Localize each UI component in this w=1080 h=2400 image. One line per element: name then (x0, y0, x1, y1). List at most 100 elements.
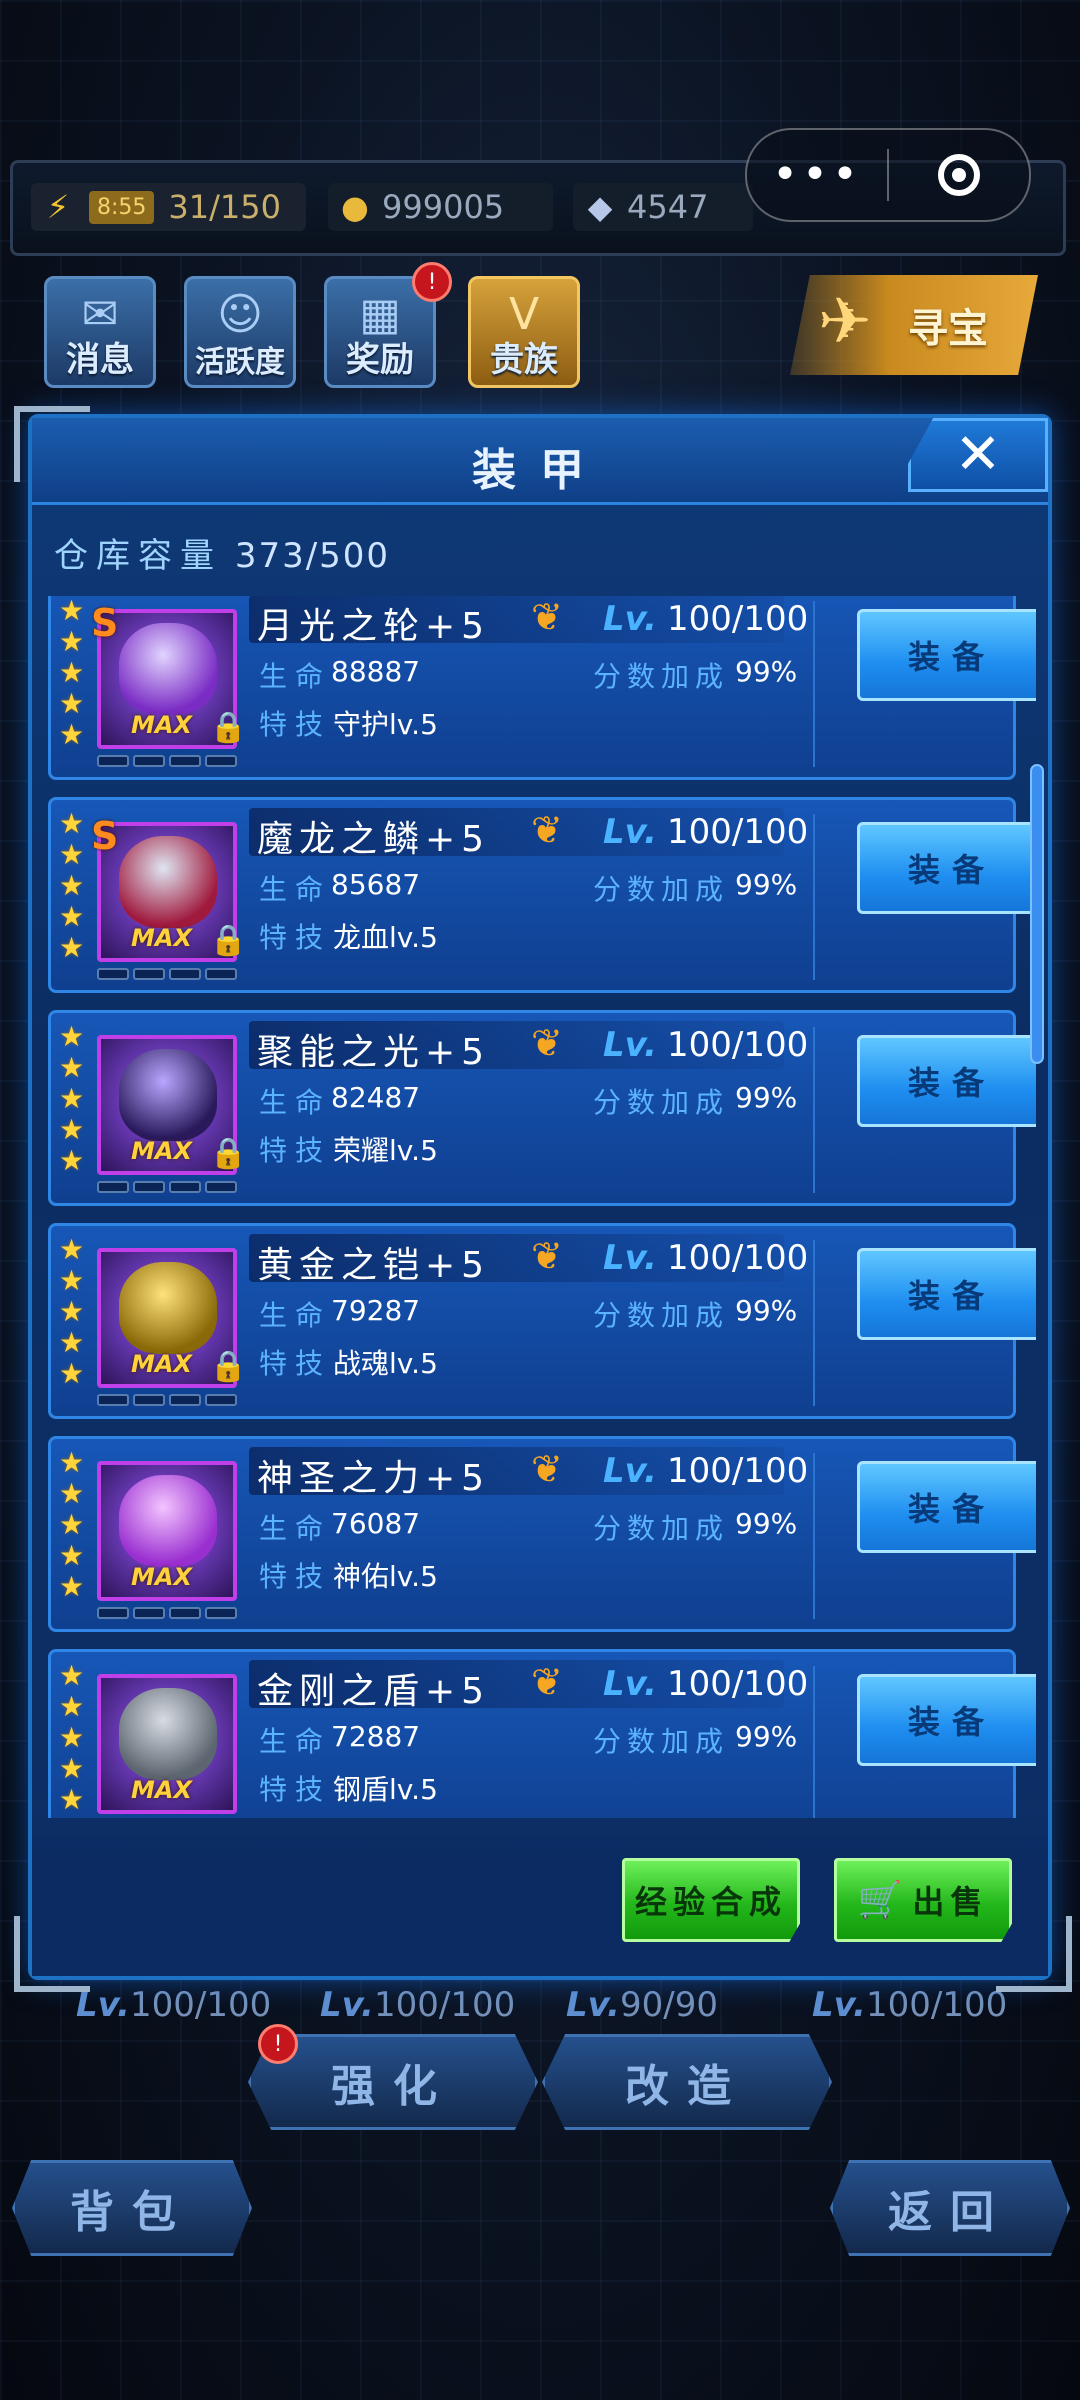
gem-slots (97, 1181, 237, 1193)
armor-portrait[interactable]: MAX (97, 1461, 237, 1601)
exp-merge-button[interactable]: 经验合成 (622, 1858, 800, 1942)
bg-level-2-value: 100/100 (373, 1985, 516, 2025)
max-badge: MAX (131, 1137, 192, 1165)
equip-label: 装备 (907, 638, 996, 676)
star-icon: ★ (59, 718, 85, 751)
gem-slots (97, 968, 237, 980)
slot (169, 1607, 201, 1619)
score-bonus-value: 99% (735, 1507, 798, 1540)
gem-counter[interactable]: ◆ 4547 (573, 183, 753, 231)
hp-value: 82487 (331, 1081, 421, 1114)
bg-level-1-value: 100/100 (129, 1985, 272, 2025)
energy-counter[interactable]: ⚡ 8:55 31/150 (31, 183, 306, 231)
armor-list[interactable]: ★ ★ ★ ★ ★ MAX 🔒 S 月光之轮+5 ❦ Lv. 100/100 生命 88887 分数加成 99… (48, 596, 1036, 1818)
lock-icon: 🔒 (209, 1136, 247, 1171)
armor-name: 神圣之力+5 (257, 1458, 491, 1499)
armor-level: Lv. 100/100 (603, 1238, 808, 1278)
equip-label: 装备 (907, 851, 996, 889)
skill-value: 神佑lv.5 (333, 1560, 438, 1593)
star-rating: ★ ★ ★ ★ ★ (59, 1447, 89, 1602)
armor-card[interactable]: ★ ★ ★ ★ ★ MAX 🔒 黄金之铠+5 ❦ Lv. 100/100 生命 79287 分数加成 99%… (48, 1223, 1036, 1419)
armor-card[interactable]: ★ ★ ★ ★ ★ MAX 神圣之力+5 ❦ Lv. 100/100 生命 76087 分数加成 99% 特… (48, 1436, 1036, 1632)
lock-icon: 🔒 (209, 710, 247, 745)
armor-portrait[interactable]: MAX 🔒 S (91, 601, 247, 749)
armor-name: 魔龙之鳞+5 (257, 819, 491, 860)
rewards-notification-badge: ! (412, 262, 452, 302)
star-rating: ★ ★ ★ ★ ★ (59, 1660, 89, 1815)
gold-counter[interactable]: ● 999005 (328, 183, 553, 231)
mini-program-capsule: ••• (745, 128, 1031, 222)
armor-card[interactable]: ★ ★ ★ ★ ★ MAX 🔒 聚能之光+5 ❦ Lv. 100/100 生命 82487 分数加成 99%… (48, 1010, 1036, 1206)
max-badge: MAX (131, 711, 192, 739)
hp-value: 72887 (331, 1720, 421, 1753)
armor-art (119, 836, 217, 928)
cart-icon: 🛒 (857, 1880, 903, 1921)
capsule-close-button[interactable] (889, 154, 1029, 196)
star-rating: ★ ★ ★ ★ ★ (59, 1234, 89, 1389)
hp-label: 生命 (259, 873, 332, 906)
skill-label: 特技 (259, 1560, 332, 1593)
messages-button[interactable]: ✉ 消息 (44, 276, 156, 388)
background-level-row: Lv.100/100 Lv.100/100 Lv.90/90 Lv.100/10… (0, 1985, 1080, 2035)
slot (97, 968, 129, 980)
modify-label: 改造 (625, 2061, 749, 2112)
armor-card[interactable]: ★ ★ ★ ★ ★ MAX 🔒 S 魔龙之鳞+5 ❦ Lv. 100/100 生命 85687 分数加成 99… (48, 797, 1036, 993)
treasure-hunt-button[interactable]: ✈ 寻宝 (790, 275, 1038, 375)
list-scrollbar[interactable] (1030, 764, 1044, 1064)
energy-value: 31/150 (168, 188, 281, 226)
modify-button[interactable]: 改造 (542, 2034, 832, 2130)
star-icon: ★ (59, 1570, 85, 1603)
slot (169, 1394, 201, 1406)
sell-button[interactable]: 🛒 出售 (834, 1858, 1012, 1942)
noble-label: 贵族 (490, 340, 558, 380)
armor-level: Lv. 100/100 (603, 1451, 808, 1491)
level-label: Lv. (603, 1451, 657, 1491)
equip-label: 装备 (907, 1703, 996, 1741)
armor-card[interactable]: ★ ★ ★ ★ ★ MAX 🔒 S 月光之轮+5 ❦ Lv. 100/100 生命 88887 分数加成 99… (48, 596, 1036, 780)
armor-portrait[interactable]: MAX 🔒 (97, 1248, 247, 1388)
equip-label: 装备 (907, 1490, 996, 1528)
gem-slots (97, 1394, 237, 1406)
noble-button[interactable]: V 贵族 (468, 276, 580, 388)
slot (133, 968, 165, 980)
energy-timer: 8:55 (89, 190, 155, 224)
level-value: 100/100 (666, 1451, 809, 1491)
level-label: Lv. (603, 1664, 657, 1704)
bg-level-3-label: Lv. (566, 1985, 620, 2025)
armor-card[interactable]: ★ ★ ★ ★ ★ MAX 金刚之盾+5 ❦ Lv. 100/100 生命 72887 分数加成 99% 特… (48, 1649, 1036, 1818)
star-icon: ★ (59, 1477, 85, 1510)
dialog-title: 装甲 (472, 445, 608, 496)
armor-portrait[interactable]: MAX 🔒 (97, 1035, 247, 1175)
back-label: 返回 (888, 2187, 1012, 2238)
star-icon: ★ (59, 1144, 85, 1177)
star-icon: ★ (59, 1446, 85, 1479)
gold-value: 999005 (382, 188, 505, 226)
activity-button[interactable]: ☺ 活跃度 (184, 276, 296, 388)
star-icon: ★ (59, 1233, 85, 1266)
back-button[interactable]: 返回 (830, 2160, 1070, 2256)
score-bonus-value: 99% (735, 1294, 798, 1327)
card-divider (813, 1453, 815, 1619)
star-icon: ★ (59, 625, 85, 658)
score-bonus-label: 分数加成 (593, 1725, 730, 1758)
equip-button[interactable]: 装备 (857, 1674, 1036, 1766)
star-icon: ★ (59, 1020, 85, 1053)
more-dots-icon[interactable]: ••• (747, 153, 887, 197)
armor-portrait[interactable]: MAX (97, 1674, 237, 1814)
slot (205, 1181, 237, 1193)
score-bonus-label: 分数加成 (593, 660, 730, 693)
rank-badge: S (91, 814, 119, 858)
equip-button[interactable]: 装备 (857, 609, 1036, 701)
equip-button[interactable]: 装备 (857, 1035, 1036, 1127)
equip-button[interactable]: 装备 (857, 1248, 1036, 1340)
equip-button[interactable]: 装备 (857, 1461, 1036, 1553)
close-icon: ✕ (954, 422, 1002, 487)
star-icon: ★ (59, 1752, 85, 1785)
close-button[interactable]: ✕ (908, 418, 1048, 492)
bag-button[interactable]: 背包 (12, 2160, 252, 2256)
armor-portrait[interactable]: MAX 🔒 S (91, 814, 247, 962)
dialog-header: 装甲 (32, 418, 1048, 505)
frame-corner-top-left (14, 406, 90, 482)
equip-button[interactable]: 装备 (857, 822, 1036, 914)
target-icon (938, 154, 980, 196)
